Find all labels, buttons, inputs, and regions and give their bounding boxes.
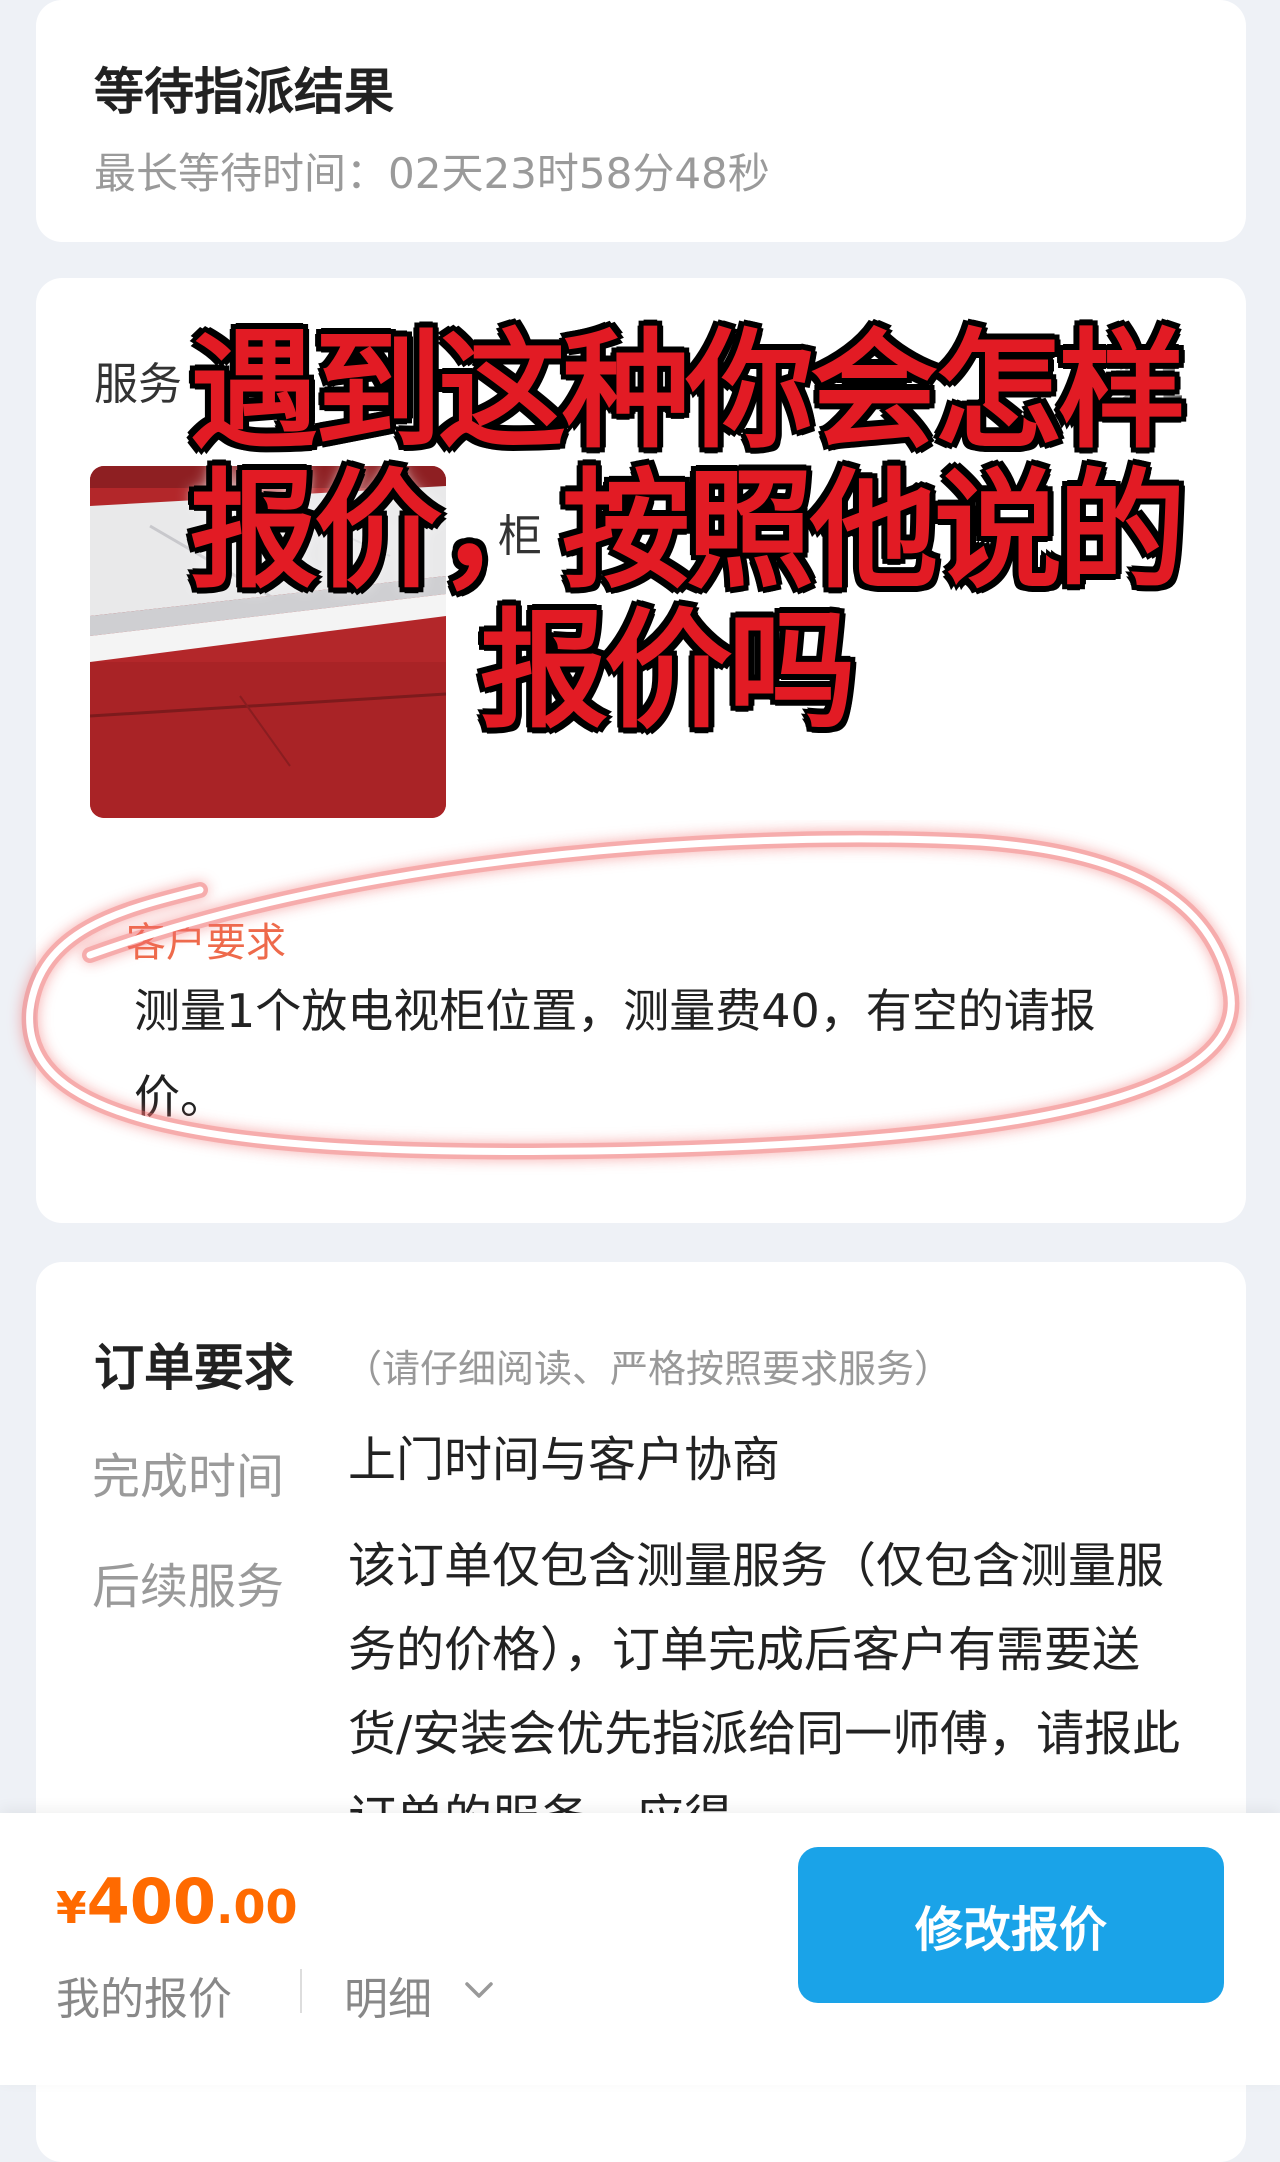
caption-line-2: 报价，按照他说的 bbox=[190, 457, 1186, 606]
order-requirements-title: 订单要求 bbox=[94, 1339, 294, 1397]
my-quote-label: 我的报价 bbox=[56, 1974, 232, 2025]
waiting-card: 等待指派结果 最长等待时间：02天23时58分48秒 bbox=[36, 0, 1246, 242]
chevron-down-icon[interactable] bbox=[462, 1975, 496, 2005]
bottom-action-bar: ¥400.00 我的报价 明细 修改报价 bbox=[0, 1813, 1280, 2085]
price-decimal: .00 bbox=[216, 1880, 298, 1934]
divider bbox=[300, 1969, 302, 2013]
detail-link[interactable]: 明细 bbox=[344, 1963, 432, 2027]
max-wait-time: 最长等待时间：02天23时58分48秒 bbox=[94, 149, 770, 198]
order-requirements-note: （请仔细阅读、严格按照要求服务） bbox=[344, 1347, 953, 1391]
follow-up-service-label: 后续服务 bbox=[92, 1559, 285, 1615]
price-integer: 400 bbox=[86, 1865, 217, 1938]
modify-quote-button[interactable]: 修改报价 bbox=[798, 1847, 1224, 2003]
requirement-heading: 客户要求 bbox=[126, 920, 286, 966]
overlay-caption: 遇到这种你会怎样 报价，按照他说的 报价吗 bbox=[170, 317, 1186, 746]
requirement-text: 测量1个放电视柜位置，测量费40，有空的请报价。 bbox=[134, 984, 1096, 1124]
price-currency: ¥ bbox=[56, 1883, 87, 1934]
caption-line-1: 遇到这种你会怎样 bbox=[190, 317, 1186, 466]
waiting-title: 等待指派结果 bbox=[94, 63, 394, 121]
caption-line-3: 报价吗 bbox=[480, 597, 856, 746]
completion-time-label: 完成时间 bbox=[92, 1449, 285, 1505]
completion-time-value: 上门时间与客户协商 bbox=[348, 1432, 781, 1488]
quote-price: ¥400.00 bbox=[56, 1865, 298, 1938]
service-label: 服务 bbox=[94, 359, 182, 410]
follow-up-service-value: 该订单仅包含测量服务（仅包含测量服务的价格），订单完成后客户有需要送货/安装会优… bbox=[348, 1538, 1181, 1846]
